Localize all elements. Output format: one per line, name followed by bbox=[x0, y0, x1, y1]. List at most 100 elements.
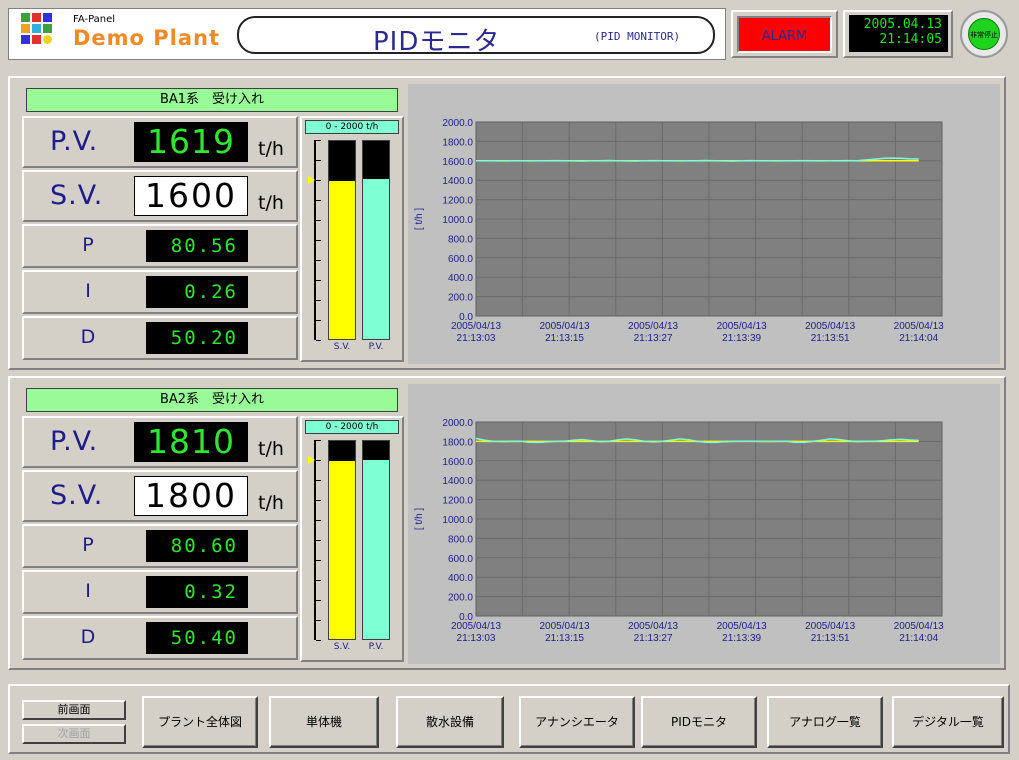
i-value[interactable]: 0.26 bbox=[146, 276, 248, 308]
y-tick-label: 1800.0 bbox=[442, 137, 473, 148]
y-tick-label: 2000.0 bbox=[442, 118, 473, 129]
x-tick-date: 2005/04/13 bbox=[717, 321, 767, 332]
x-tick-date: 2005/04/13 bbox=[451, 621, 501, 632]
p-value[interactable]: 80.60 bbox=[146, 530, 248, 562]
x-tick-date: 2005/04/13 bbox=[628, 321, 678, 332]
pv-bar bbox=[362, 140, 390, 340]
x-tick-date: 2005/04/13 bbox=[805, 621, 855, 632]
pv-row: P.V. 1810 t/h bbox=[22, 416, 298, 468]
sv-bar bbox=[328, 440, 356, 640]
i-value[interactable]: 0.32 bbox=[146, 576, 248, 608]
x-tick-time: 21:13:15 bbox=[545, 333, 584, 344]
y-tick-label: 1200.0 bbox=[442, 196, 473, 207]
bar-gauge-panel: 0 - 2000 t/h S.V. P.V. bbox=[300, 116, 404, 362]
x-tick-time: 21:13:51 bbox=[811, 633, 850, 644]
d-value[interactable]: 50.20 bbox=[146, 322, 248, 354]
nav-pid-monitor-button[interactable]: PIDモニタ bbox=[641, 696, 757, 748]
d-label: D bbox=[80, 326, 96, 348]
sv-marker-icon bbox=[308, 456, 315, 464]
y-axis-label: [ t/h ] bbox=[414, 208, 425, 230]
y-tick-label: 1600.0 bbox=[442, 157, 473, 168]
x-tick-time: 21:13:15 bbox=[545, 633, 584, 644]
screen-title: PIDモニタ bbox=[373, 27, 501, 57]
logo-icon bbox=[21, 13, 61, 53]
y-tick-label: 1000.0 bbox=[442, 515, 473, 526]
y-tick-label: 200.0 bbox=[448, 593, 473, 604]
sv-input[interactable]: 1800 bbox=[134, 476, 248, 516]
i-label: I bbox=[85, 280, 91, 302]
x-tick-date: 2005/04/13 bbox=[894, 321, 944, 332]
x-tick-date: 2005/04/13 bbox=[805, 321, 855, 332]
emergency-stop-button[interactable]: 非常停止 bbox=[968, 18, 1000, 50]
i-row: I 0.26 bbox=[22, 270, 298, 314]
bar-range-label: 0 - 2000 t/h bbox=[305, 120, 399, 134]
y-tick-label: 400.0 bbox=[448, 573, 473, 584]
nav-analog-list-button[interactable]: アナログ一覧 bbox=[767, 696, 883, 748]
sv-label: S.V. bbox=[50, 180, 104, 211]
y-tick-label: 200.0 bbox=[448, 293, 473, 304]
d-row: D 50.40 bbox=[22, 616, 298, 660]
x-tick-date: 2005/04/13 bbox=[717, 621, 767, 632]
p-row: P 80.56 bbox=[22, 224, 298, 268]
clock-frame: 2005.04.13 21:14:05 bbox=[843, 10, 953, 58]
loop-title: BA1系 受け入れ bbox=[26, 88, 398, 112]
pv-unit: t/h bbox=[258, 138, 284, 160]
sv-unit: t/h bbox=[258, 492, 284, 514]
nav-digital-list-button[interactable]: デジタル一覧 bbox=[892, 696, 1004, 748]
header-banner: FA-Panel Demo Plant PIDモニタ (PID MONITOR) bbox=[8, 8, 726, 60]
nav-plant-overview-button[interactable]: プラント全体図 bbox=[142, 696, 258, 748]
alarm-frame: ALARM bbox=[731, 10, 838, 58]
loop-title: BA2系 受け入れ bbox=[26, 388, 398, 412]
d-label: D bbox=[80, 626, 96, 648]
nav-sprinkler-button[interactable]: 散水設備 bbox=[396, 696, 504, 748]
pv-label: P.V. bbox=[50, 426, 99, 457]
x-tick-time: 21:13:51 bbox=[811, 333, 850, 344]
x-tick-time: 21:14:04 bbox=[899, 333, 938, 344]
x-tick-time: 21:13:39 bbox=[722, 333, 761, 344]
clock-time: 21:14:05 bbox=[879, 32, 942, 47]
y-tick-label: 400.0 bbox=[448, 273, 473, 284]
d-row: D 50.20 bbox=[22, 316, 298, 360]
pv-bar bbox=[362, 440, 390, 640]
y-tick-label: 1400.0 bbox=[442, 176, 473, 187]
y-tick-label: 600.0 bbox=[448, 554, 473, 565]
y-tick-label: 2000.0 bbox=[442, 418, 473, 429]
y-tick-label: 800.0 bbox=[448, 234, 473, 245]
x-tick-date: 2005/04/13 bbox=[451, 321, 501, 332]
sv-row: S.V. 1600 t/h bbox=[22, 170, 298, 222]
sv-unit: t/h bbox=[258, 192, 284, 214]
pv-row: P.V. 1619 t/h bbox=[22, 116, 298, 168]
sv-input[interactable]: 1600 bbox=[134, 176, 248, 216]
pv-unit: t/h bbox=[258, 438, 284, 460]
clock-date: 2005.04.13 bbox=[863, 17, 942, 32]
sv-row: S.V. 1800 t/h bbox=[22, 470, 298, 522]
emergency-stop-frame: 非常停止 bbox=[960, 10, 1008, 58]
screen-subtitle: (PID MONITOR) bbox=[594, 30, 681, 43]
x-tick-time: 21:13:03 bbox=[457, 633, 496, 644]
next-screen-button[interactable]: 次画面 bbox=[22, 724, 126, 744]
brand-subtitle: FA-Panel bbox=[73, 14, 116, 25]
y-tick-label: 1400.0 bbox=[442, 476, 473, 487]
x-tick-time: 21:13:03 bbox=[457, 333, 496, 344]
d-value[interactable]: 50.40 bbox=[146, 622, 248, 654]
nav-unit-button[interactable]: 単体機 bbox=[269, 696, 379, 748]
pv-bar-label: P.V. bbox=[368, 642, 384, 652]
y-tick-label: 1600.0 bbox=[442, 457, 473, 468]
x-tick-date: 2005/04/13 bbox=[894, 621, 944, 632]
loop-panel-ba1: BA1系 受け入れ P.V. 1619 t/h S.V. 1600 t/h P … bbox=[8, 76, 1006, 370]
sv-label: S.V. bbox=[50, 480, 104, 511]
pv-value: 1810 bbox=[134, 422, 248, 462]
x-tick-time: 21:14:04 bbox=[899, 633, 938, 644]
bar-gauge-panel: 0 - 2000 t/h S.V. P.V. bbox=[300, 416, 404, 662]
p-row: P 80.60 bbox=[22, 524, 298, 568]
alarm-button[interactable]: ALARM bbox=[737, 16, 832, 53]
p-label: P bbox=[82, 234, 94, 256]
nav-annunciator-button[interactable]: アナンシエータ bbox=[519, 696, 635, 748]
pv-label: P.V. bbox=[50, 126, 99, 157]
prev-screen-button[interactable]: 前画面 bbox=[22, 700, 126, 720]
sv-bar bbox=[328, 140, 356, 340]
x-tick-date: 2005/04/13 bbox=[628, 621, 678, 632]
p-value[interactable]: 80.56 bbox=[146, 230, 248, 262]
y-tick-label: 600.0 bbox=[448, 254, 473, 265]
brand-name: Demo Plant bbox=[73, 26, 221, 50]
